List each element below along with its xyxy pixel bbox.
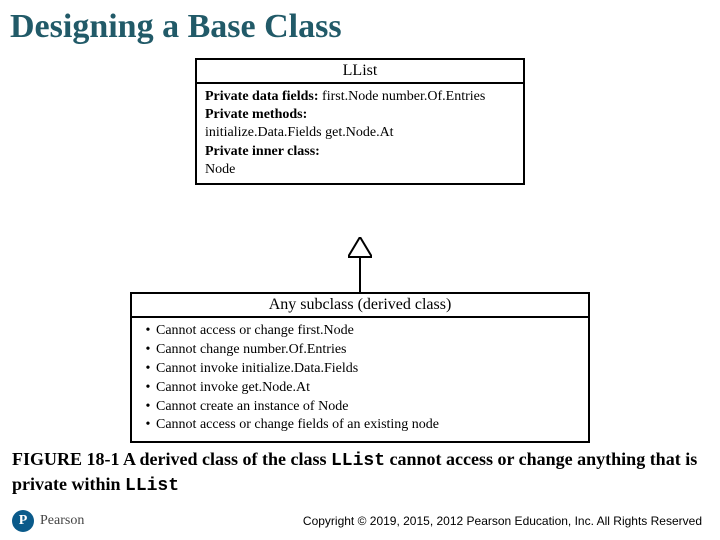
pearson-logo-icon: P	[12, 510, 34, 532]
pearson-logo: P Pearson	[12, 510, 84, 532]
figure-code: LList	[331, 451, 385, 471]
figure-prefix: FIGURE 18-1 A derived class of the class	[12, 449, 331, 469]
list-item: •Cannot access or change first.Node	[140, 322, 580, 341]
uml-diagram: LList Private data fields: first.Node nu…	[0, 52, 720, 442]
private-inner-label: Private inner class:	[205, 143, 515, 161]
bullet-icon: •	[140, 341, 156, 360]
private-methods-label: Private methods:	[205, 106, 515, 124]
subclass-box: Any subclass (derived class) •Cannot acc…	[130, 292, 590, 443]
llist-class-body: Private data fields: first.Node number.O…	[197, 84, 523, 183]
subclass-header: Any subclass (derived class)	[132, 294, 588, 318]
restriction-text: Cannot change number.Of.Entries	[156, 341, 347, 360]
private-fields-label: Private data fields:	[205, 89, 319, 104]
list-item: •Cannot invoke initialize.Data.Fields	[140, 360, 580, 379]
private-fields-value: first.Node number.Of.Entries	[319, 89, 486, 104]
restriction-text: Cannot invoke initialize.Data.Fields	[156, 360, 358, 379]
list-item: •Cannot create an instance of Node	[140, 398, 580, 417]
restriction-text: Cannot access or change fields of an exi…	[156, 416, 439, 435]
list-item: •Cannot access or change fields of an ex…	[140, 416, 580, 435]
bullet-icon: •	[140, 360, 156, 379]
footer: P Pearson Copyright © 2019, 2015, 2012 P…	[0, 510, 720, 532]
private-methods-value: initialize.Data.Fields get.Node.At	[205, 124, 515, 142]
copyright-text: Copyright © 2019, 2015, 2012 Pearson Edu…	[96, 514, 708, 528]
subclass-restrictions: •Cannot access or change first.Node •Can…	[132, 318, 588, 441]
restriction-text: Cannot create an instance of Node	[156, 398, 348, 417]
figure-code: LList	[125, 476, 179, 496]
restriction-text: Cannot invoke get.Node.At	[156, 379, 310, 398]
page-title: Designing a Base Class	[0, 0, 720, 52]
bullet-icon: •	[140, 416, 156, 435]
llist-class-box: LList Private data fields: first.Node nu…	[195, 58, 525, 185]
list-item: •Cannot change number.Of.Entries	[140, 341, 580, 360]
bullet-icon: •	[140, 322, 156, 341]
restriction-text: Cannot access or change first.Node	[156, 322, 354, 341]
llist-class-name: LList	[197, 60, 523, 84]
pearson-logo-text: Pearson	[40, 513, 84, 529]
inheritance-arrow-icon	[348, 237, 372, 292]
list-item: •Cannot invoke get.Node.At	[140, 379, 580, 398]
private-inner-value: Node	[205, 161, 515, 179]
bullet-icon: •	[140, 379, 156, 398]
figure-caption: FIGURE 18-1 A derived class of the class…	[0, 442, 720, 497]
bullet-icon: •	[140, 398, 156, 417]
